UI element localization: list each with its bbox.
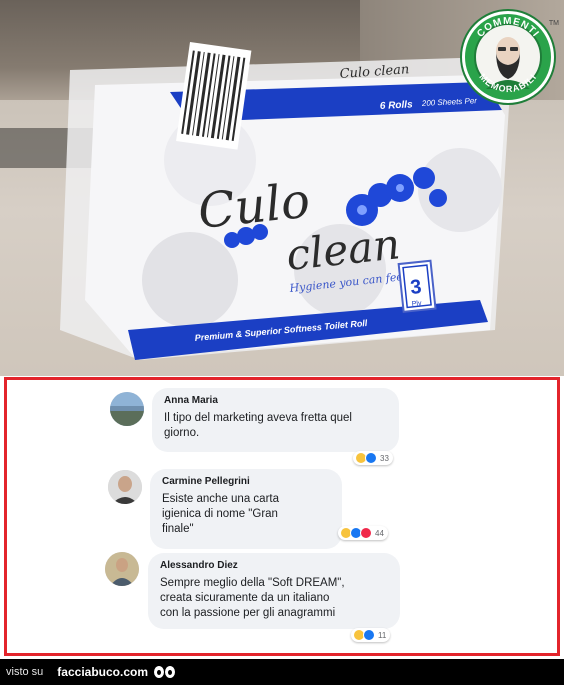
comment-text: Il tipo del marketing aveva fretta quel … [164, 412, 352, 439]
man-avatar-icon [108, 470, 142, 504]
person-avatar-icon [105, 552, 139, 586]
visto-su-label: visto su [6, 666, 44, 678]
reaction-count: 11 [378, 630, 387, 640]
product-photo: Culo clean Hygiene you can feel Culo cle… [0, 0, 564, 376]
comment-text: Esiste anche una carta igienica di nome … [162, 493, 279, 535]
like-reaction-icon [363, 629, 375, 641]
toilet-paper-package: Culo clean Hygiene you can feel Culo cle… [60, 42, 510, 360]
svg-text:MEMORABILI: MEMORABILI [477, 72, 538, 95]
reaction-summary[interactable]: 44 [338, 526, 388, 540]
reaction-summary[interactable]: 11 [351, 628, 391, 642]
like-reaction-icon [365, 452, 377, 464]
svg-text:COMMENTI: COMMENTI [475, 16, 541, 40]
commenti-memorabili-badge: COMMENTI MEMORABILI TM [462, 11, 559, 103]
landscape-avatar-icon [110, 392, 144, 426]
comment-author[interactable]: Alessandro Diez [160, 560, 388, 571]
reaction-count: 33 [380, 453, 389, 463]
avatar[interactable] [105, 552, 139, 586]
comment-author[interactable]: Anna Maria [164, 395, 387, 406]
love-reaction-icon [360, 527, 372, 539]
page: Culo clean Hygiene you can feel Culo cle… [0, 0, 564, 685]
eyes-logo-icon [154, 666, 176, 678]
avatar[interactable] [108, 470, 142, 504]
ply-number: 3 [409, 276, 422, 299]
site-link[interactable]: facciabuco.com [57, 665, 148, 679]
badge-tm: TM [548, 20, 559, 27]
avatar[interactable] [110, 392, 144, 426]
comment-text: Sempre meglio della "Soft DREAM", creata… [160, 577, 345, 619]
rolls-label: 6 Rolls [380, 99, 414, 112]
comment-bubble: Carmine Pellegrini Esiste anche una cart… [150, 469, 342, 549]
watermark-footer: visto su facciabuco.com [0, 659, 564, 685]
comment-author[interactable]: Carmine Pellegrini [162, 476, 330, 487]
comment-bubble: Alessandro Diez Sempre meglio della "Sof… [148, 553, 400, 629]
comments-panel: Anna Maria Il tipo del marketing aveva f… [4, 377, 560, 656]
eye-icon [154, 666, 164, 678]
comment-bubble: Anna Maria Il tipo del marketing aveva f… [152, 388, 399, 452]
badge-bottom-text: MEMORABILI [477, 72, 537, 95]
reaction-summary[interactable]: 33 [353, 451, 393, 465]
eye-icon [165, 666, 175, 678]
badge-top-text: COMMENTI [475, 16, 540, 40]
badge-lettering: COMMENTI MEMORABILI [475, 16, 541, 95]
reaction-count: 44 [375, 528, 384, 538]
ply-label: Ply [411, 300, 422, 308]
